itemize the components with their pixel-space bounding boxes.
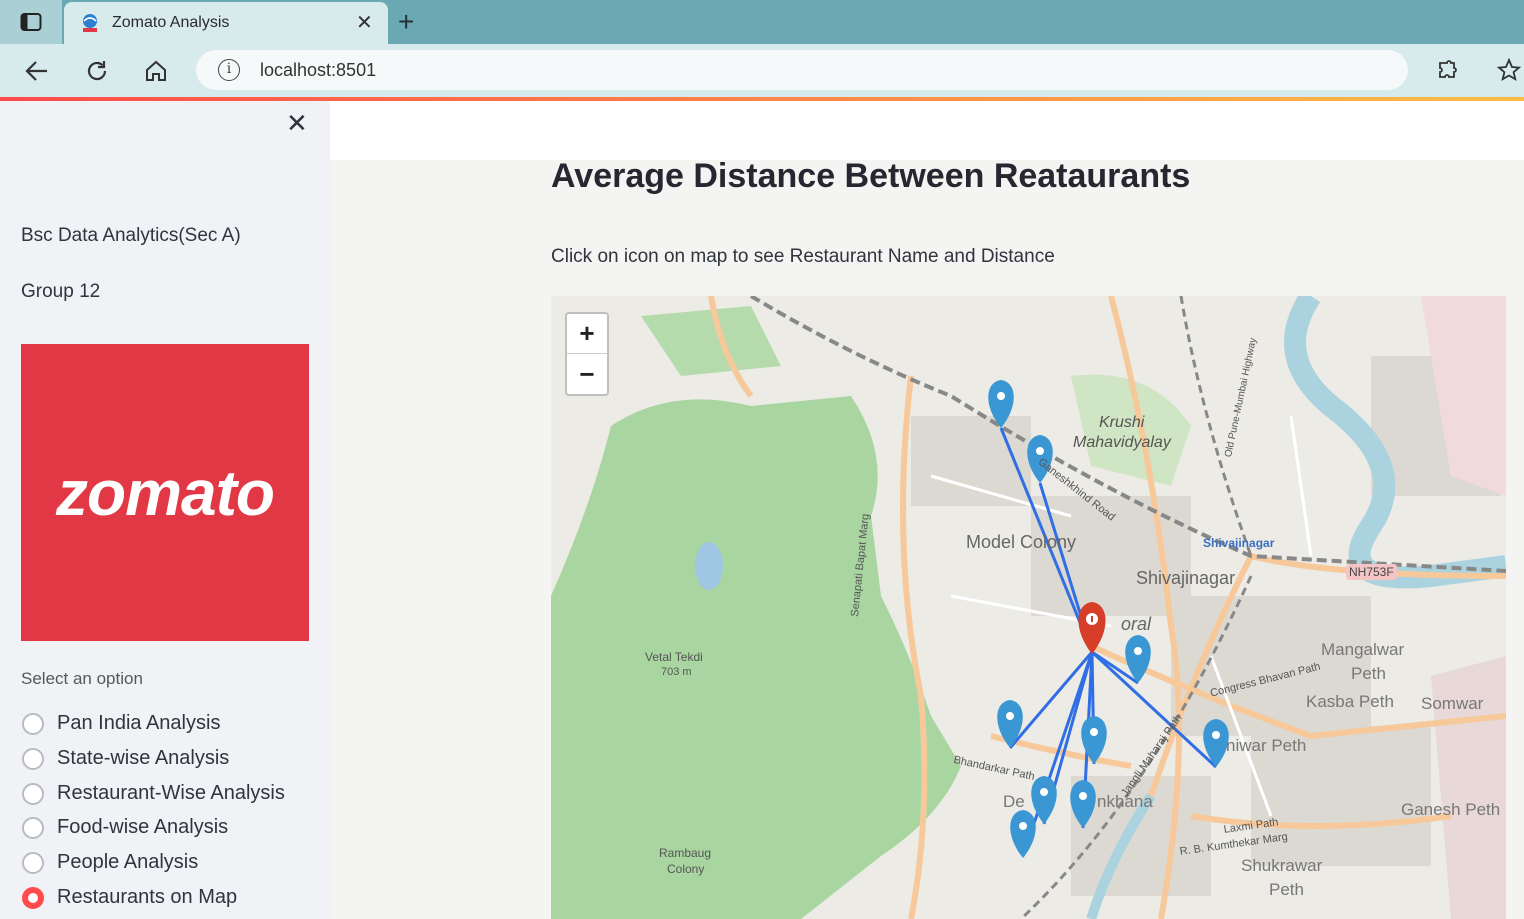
extensions-icon[interactable]	[1433, 56, 1463, 86]
radio-button[interactable]	[22, 782, 44, 805]
option-restaurants-on-map[interactable]: Restaurants on Map	[22, 886, 237, 909]
refresh-icon[interactable]	[82, 56, 112, 86]
logo-wordmark: zomato	[56, 456, 275, 529]
sidebar: ✕ Bsc Data Analytics(Sec A) Group 12 zom…	[0, 101, 330, 919]
sidebar-course-text: Bsc Data Analytics(Sec A)	[21, 225, 241, 246]
sidebar-panel-icon	[20, 13, 42, 31]
map-label-vetal-tekdi: Vetal Tekdi	[645, 650, 703, 664]
option-restaurant-wise[interactable]: Restaurant-Wise Analysis	[22, 782, 285, 805]
browser-tab-bar: Zomato Analysis ✕ +	[0, 0, 1524, 44]
map-label-model-colony: Model Colony	[966, 532, 1077, 552]
new-tab-button[interactable]: +	[398, 7, 414, 37]
option-label: Restaurant-Wise Analysis	[57, 782, 285, 804]
map-label-somwar: Somwar	[1421, 694, 1484, 713]
restaurant-map[interactable]: Krushi Mahavidyalay Model Colony Shivaji…	[551, 296, 1506, 919]
radio-button[interactable]	[22, 747, 44, 770]
zomato-logo: zomato	[21, 344, 309, 641]
select-option-label: Select an option	[21, 669, 143, 688]
map-instruction-text: Click on icon on map to see Restaurant N…	[551, 246, 1055, 267]
map-label-shivajinagar: Shivajinagar	[1136, 568, 1236, 588]
map-label-peth-2: Peth	[1269, 880, 1304, 899]
map-label-ganesh-peth: Ganesh Peth	[1401, 800, 1501, 819]
sidebar-group-text: Group 12	[21, 281, 101, 302]
map-label-mahavidyalay: Mahavidyalay	[1073, 434, 1171, 451]
url-text: localhost:8501	[260, 60, 377, 80]
sidebar-close-icon[interactable]: ✕	[286, 109, 308, 137]
map-label-shivajinagar-station: Shivajinagar	[1203, 536, 1275, 550]
back-icon[interactable]	[22, 56, 52, 86]
option-label: People Analysis	[57, 851, 199, 873]
zoom-out-button[interactable]: −	[567, 354, 607, 394]
tab-close-icon[interactable]: ✕	[356, 11, 373, 35]
map-label-nh753f: NH753F	[1346, 564, 1397, 580]
map-label-deccan: De	[1003, 792, 1025, 811]
option-pan-india[interactable]: Pan India Analysis	[22, 712, 220, 735]
map-label-coral: oral	[1121, 614, 1152, 634]
map-label-colony: Colony	[667, 862, 705, 876]
map-label-mangalwar: Mangalwar	[1321, 640, 1405, 659]
option-label: Restaurants on Map	[57, 886, 238, 908]
option-food-wise[interactable]: Food-wise Analysis	[22, 816, 228, 839]
tab-title: Zomato Analysis	[112, 14, 230, 31]
app-header	[330, 101, 1524, 160]
option-label: Pan India Analysis	[57, 712, 221, 734]
map-label-rambaug: Rambaug	[659, 846, 712, 860]
map-label-peth-1: Peth	[1351, 664, 1386, 683]
radio-button[interactable]	[22, 712, 44, 735]
map-label-kasba-peth: Kasba Peth	[1306, 692, 1394, 711]
zoom-in-button[interactable]: +	[567, 314, 607, 354]
page-title: Average Distance Between Reataurants	[551, 157, 1191, 195]
map-label-shaniwar-peth: niwar Peth	[1226, 736, 1307, 755]
radio-button-selected[interactable]	[22, 886, 44, 909]
sidebar-toggle-button[interactable]	[0, 0, 62, 44]
lake	[695, 542, 723, 590]
radio-button[interactable]	[22, 816, 44, 839]
home-icon[interactable]	[141, 56, 171, 86]
option-state-wise[interactable]: State-wise Analysis	[22, 747, 229, 770]
option-people[interactable]: People Analysis	[22, 851, 198, 874]
option-label: Food-wise Analysis	[57, 816, 229, 838]
map-zoom-control: + −	[565, 312, 609, 396]
map-label-shukrawar: Shukrawar	[1241, 856, 1323, 875]
favorites-icon[interactable]	[1496, 56, 1524, 86]
radio-button[interactable]	[22, 851, 44, 874]
map-tiles	[551, 296, 1506, 919]
map-label-vetal-height: 703 m	[661, 666, 692, 678]
browser-tab[interactable]: Zomato Analysis ✕	[64, 2, 388, 44]
map-label-krushi: Krushi	[1099, 414, 1145, 431]
site-favicon-icon	[83, 14, 97, 32]
option-label: State-wise Analysis	[57, 747, 230, 769]
site-info-icon[interactable]: i	[218, 59, 240, 81]
address-bar[interactable]: i localhost:8501	[196, 50, 1408, 90]
